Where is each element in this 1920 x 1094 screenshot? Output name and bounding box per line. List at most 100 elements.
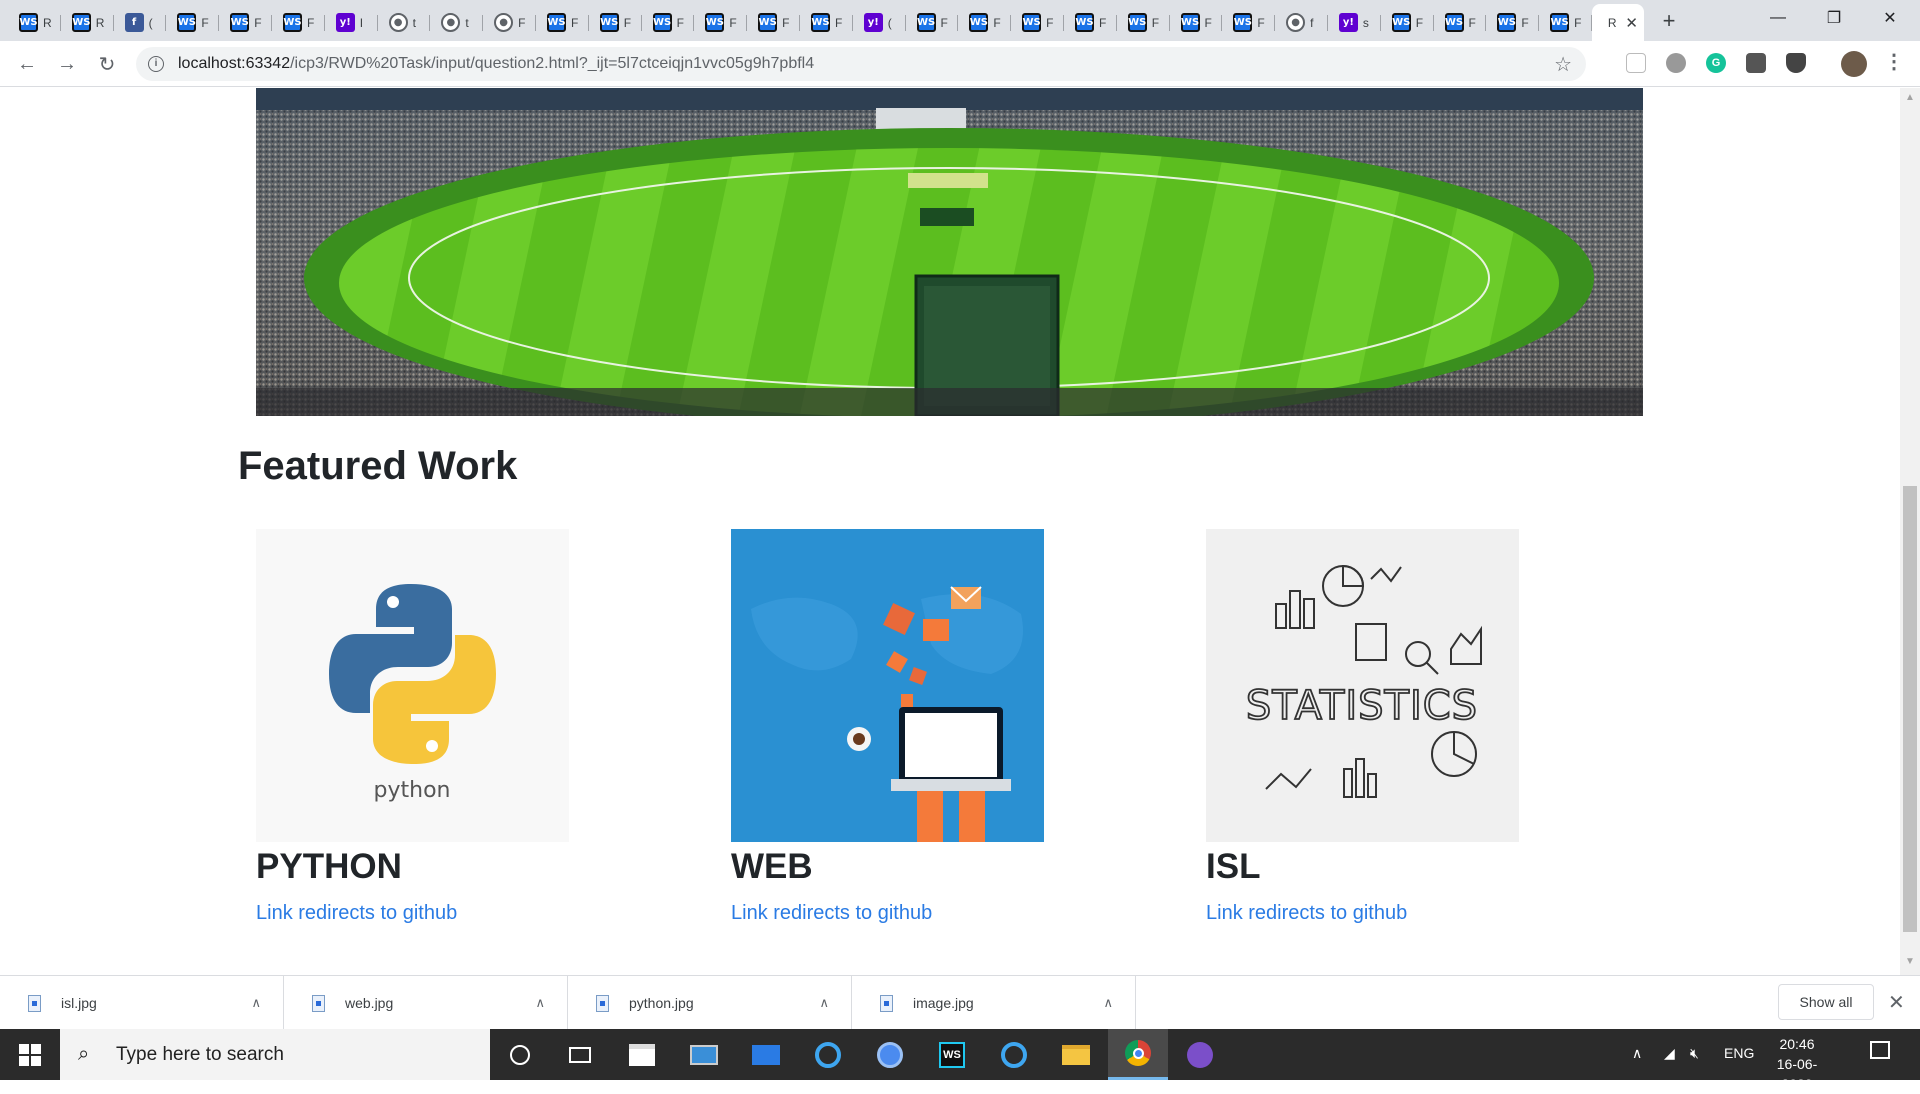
featured-card-isl: STATISTICS ISL Link redirects to github: [1206, 529, 1519, 925]
pc-icon[interactable]: [674, 1029, 734, 1080]
back-button[interactable]: ←: [13, 50, 41, 78]
cortana-icon[interactable]: [490, 1029, 550, 1080]
download-item[interactable]: image.jpg ∧: [852, 976, 1136, 1030]
browser-tab[interactable]: ● t: [430, 4, 483, 41]
taskbar-search[interactable]: ⌕ Type here to search: [60, 1029, 490, 1080]
download-item[interactable]: python.jpg ∧: [568, 976, 852, 1030]
show-hidden-icons-icon[interactable]: ∧: [1632, 1045, 1642, 1062]
grammarly-extension-icon[interactable]: G: [1706, 53, 1726, 73]
chevron-up-icon[interactable]: ∧: [251, 995, 261, 1011]
extension-screenshot-icon[interactable]: [1746, 53, 1766, 73]
card-github-link[interactable]: Link redirects to github: [731, 902, 1044, 925]
browser-tab[interactable]: y! (: [853, 4, 906, 41]
close-window-button[interactable]: ✕: [1862, 0, 1918, 36]
internet-explorer-icon[interactable]: [984, 1029, 1044, 1080]
browser-tab[interactable]: f(: [114, 4, 167, 41]
browser-tab[interactable]: WS F: [1486, 4, 1539, 41]
site-info-icon[interactable]: i: [148, 56, 164, 72]
extension-reader-icon[interactable]: [1626, 53, 1646, 73]
browser-tab[interactable]: WS R: [8, 4, 61, 41]
new-tab-button[interactable]: +: [1655, 8, 1683, 36]
browser-tab[interactable]: WS F: [1539, 4, 1592, 41]
active-browser-tab[interactable]: R ✕: [1591, 4, 1644, 41]
browser-tab[interactable]: WS F: [219, 4, 272, 41]
show-all-downloads-button[interactable]: Show all: [1778, 984, 1874, 1020]
webstorm-icon[interactable]: WS: [922, 1029, 982, 1080]
browser-tab[interactable]: WS F: [747, 4, 800, 41]
download-item[interactable]: web.jpg ∧: [284, 976, 568, 1030]
browser-tab[interactable]: WS F: [1064, 4, 1117, 41]
reload-button[interactable]: ↻: [93, 50, 121, 78]
page-scrollbar[interactable]: ▲ ▼: [1900, 88, 1920, 975]
forward-arrow-icon: →: [57, 52, 77, 75]
extension-shield-icon[interactable]: [1786, 53, 1806, 73]
webstorm-icon: WS: [282, 13, 302, 32]
system-clock[interactable]: 20:46 16-06-2020: [1762, 1034, 1832, 1094]
browser-tab[interactable]: WS F: [1222, 4, 1275, 41]
close-tab-icon[interactable]: ✕: [1625, 14, 1638, 32]
chevron-up-icon[interactable]: ∧: [535, 995, 545, 1011]
back-arrow-icon: ←: [17, 52, 37, 75]
minimize-button[interactable]: ―: [1750, 0, 1806, 36]
profile-avatar[interactable]: [1841, 51, 1867, 77]
card-github-link[interactable]: Link redirects to github: [1206, 902, 1519, 925]
browser-tab[interactable]: y! s: [1328, 4, 1381, 41]
start-button[interactable]: [0, 1029, 60, 1080]
forward-button[interactable]: →: [53, 50, 81, 78]
browser-tab[interactable]: WS F: [642, 4, 695, 41]
scroll-up-arrow-icon[interactable]: ▲: [1904, 92, 1916, 103]
chevron-up-icon[interactable]: ∧: [819, 995, 829, 1011]
card-github-link[interactable]: Link redirects to github: [256, 902, 569, 925]
browser-tab[interactable]: ● f: [1275, 4, 1328, 41]
language-indicator[interactable]: ENG: [1724, 1045, 1754, 1061]
notifications-icon[interactable]: [1870, 1041, 1890, 1059]
github-desktop-icon[interactable]: [1170, 1029, 1230, 1080]
scroll-down-arrow-icon[interactable]: ▼: [1904, 956, 1916, 967]
featured-card-web: WEB Link redirects to github: [731, 529, 1044, 925]
browser-tab[interactable]: WS F: [1381, 4, 1434, 41]
browser-menu-icon[interactable]: ⋮: [1884, 49, 1904, 74]
browser-tab[interactable]: WS F: [536, 4, 589, 41]
mail-icon[interactable]: [736, 1029, 796, 1080]
chromium-icon[interactable]: [860, 1029, 920, 1080]
browser-tab[interactable]: WS F: [1170, 4, 1223, 41]
restore-button[interactable]: ❐: [1806, 0, 1862, 36]
webstorm-icon: WS: [1497, 13, 1517, 32]
webstorm-icon: WS: [810, 13, 830, 32]
browser-tab[interactable]: WS F: [166, 4, 219, 41]
extension-globe-icon[interactable]: [1666, 53, 1686, 73]
tab-title: F: [1151, 15, 1160, 30]
browser-tab[interactable]: WS F: [694, 4, 747, 41]
scrollbar-thumb[interactable]: [1903, 486, 1917, 932]
url-text[interactable]: localhost:63342/icp3/RWD%20Task/input/qu…: [178, 55, 814, 73]
browser-tab[interactable]: WS F: [906, 4, 959, 41]
store-icon[interactable]: [612, 1029, 672, 1080]
chrome-icon[interactable]: [1108, 1029, 1168, 1080]
browser-tab[interactable]: ● t: [378, 4, 431, 41]
tab-title: F: [1415, 15, 1424, 30]
bookmark-star-icon[interactable]: ☆: [1554, 52, 1572, 77]
browser-tab[interactable]: y! I: [325, 4, 378, 41]
edge-legacy-icon[interactable]: [798, 1029, 858, 1080]
browser-tab[interactable]: WS F: [958, 4, 1011, 41]
browser-tab[interactable]: ● F: [483, 4, 536, 41]
file-explorer-icon[interactable]: [1046, 1029, 1106, 1080]
browser-tab[interactable]: WS F: [1434, 4, 1487, 41]
address-bar[interactable]: i localhost:63342/icp3/RWD%20Task/input/…: [136, 47, 1586, 81]
browser-tab[interactable]: WS F: [272, 4, 325, 41]
browser-tab[interactable]: WS R: [61, 4, 114, 41]
browser-tab[interactable]: WS F: [1117, 4, 1170, 41]
browser-tab[interactable]: WS F: [1011, 4, 1064, 41]
task-view-icon[interactable]: [550, 1029, 610, 1080]
chevron-up-icon[interactable]: ∧: [1103, 995, 1113, 1011]
tab-title: t: [465, 15, 469, 30]
network-icon[interactable]: ◢: [1664, 1045, 1675, 1062]
tab-title: (: [887, 15, 892, 30]
browser-tab[interactable]: WS F: [589, 4, 642, 41]
volume-muted-icon[interactable]: 🔇︎: [1690, 1045, 1699, 1062]
download-item[interactable]: isl.jpg ∧: [0, 976, 284, 1030]
browser-tab[interactable]: WS F: [800, 4, 853, 41]
webstorm-icon: WS: [1180, 13, 1200, 32]
search-icon: ⌕: [78, 1042, 90, 1065]
close-shelf-icon[interactable]: ✕: [1888, 990, 1905, 1015]
